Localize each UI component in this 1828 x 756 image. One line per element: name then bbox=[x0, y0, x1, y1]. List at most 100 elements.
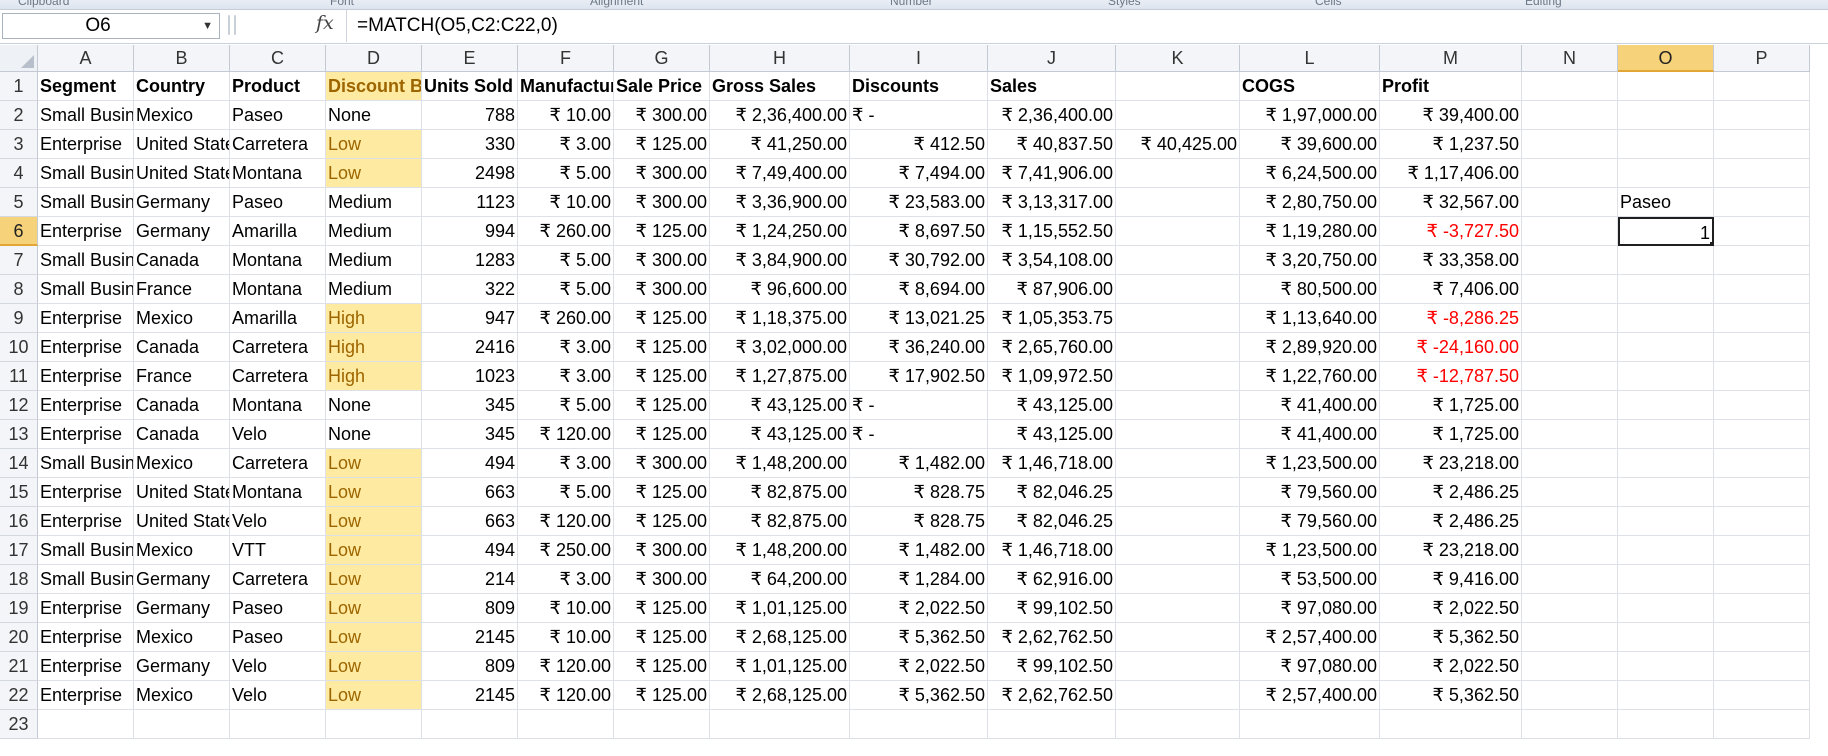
grid-cell[interactable] bbox=[850, 710, 988, 739]
grid-cell[interactable] bbox=[1714, 101, 1810, 130]
table-cell[interactable]: ₹ 10.00 bbox=[518, 594, 614, 623]
row-header-10[interactable]: 10 bbox=[0, 333, 38, 362]
grid-cell[interactable] bbox=[1522, 391, 1618, 420]
table-cell[interactable]: Velo bbox=[230, 507, 326, 536]
table-cell[interactable]: ₹ 2,022.50 bbox=[850, 594, 988, 623]
table-cell[interactable]: ₹ 3,13,317.00 bbox=[988, 188, 1116, 217]
table-cell[interactable]: ₹ 3.00 bbox=[518, 565, 614, 594]
row-header-21[interactable]: 21 bbox=[0, 652, 38, 681]
table-cell[interactable] bbox=[1116, 449, 1240, 478]
grid-cell[interactable] bbox=[326, 710, 422, 739]
grid-cell[interactable] bbox=[1522, 246, 1618, 275]
table-cell[interactable]: ₹ 125.00 bbox=[614, 652, 710, 681]
table-cell[interactable] bbox=[1116, 478, 1240, 507]
grid-cell[interactable] bbox=[1618, 710, 1714, 739]
grid-cell[interactable] bbox=[1618, 72, 1714, 101]
table-cell[interactable]: ₹ 2,022.50 bbox=[1380, 652, 1522, 681]
table-cell[interactable]: 494 bbox=[422, 536, 518, 565]
grid-cell[interactable] bbox=[1380, 710, 1522, 739]
row-header-18[interactable]: 18 bbox=[0, 565, 38, 594]
table-cell[interactable] bbox=[1116, 420, 1240, 449]
row-header-16[interactable]: 16 bbox=[0, 507, 38, 536]
grid-cell[interactable] bbox=[1714, 710, 1810, 739]
table-cell[interactable]: Canada bbox=[134, 391, 230, 420]
table-cell[interactable]: ₹ -8,286.25 bbox=[1380, 304, 1522, 333]
grid-cell[interactable] bbox=[1714, 594, 1810, 623]
table-cell[interactable]: Small Business bbox=[38, 536, 134, 565]
grid-cell[interactable] bbox=[1618, 391, 1714, 420]
table-cell[interactable]: Montana bbox=[230, 275, 326, 304]
table-cell[interactable]: 1123 bbox=[422, 188, 518, 217]
table-cell[interactable]: ₹ 125.00 bbox=[614, 681, 710, 710]
table-header-cell[interactable]: Discounts bbox=[850, 72, 988, 101]
table-cell[interactable]: Germany bbox=[134, 565, 230, 594]
table-cell[interactable]: 1023 bbox=[422, 362, 518, 391]
table-cell[interactable]: ₹ 10.00 bbox=[518, 188, 614, 217]
table-cell[interactable]: Low bbox=[326, 594, 422, 623]
table-cell[interactable]: Montana bbox=[230, 391, 326, 420]
row-header-22[interactable]: 22 bbox=[0, 681, 38, 710]
table-cell[interactable]: ₹ 1,46,718.00 bbox=[988, 536, 1116, 565]
table-cell[interactable]: Carretera bbox=[230, 130, 326, 159]
table-cell[interactable]: ₹ 300.00 bbox=[614, 159, 710, 188]
table-cell[interactable]: ₹ 2,36,400.00 bbox=[988, 101, 1116, 130]
table-cell[interactable]: Small Business bbox=[38, 565, 134, 594]
table-cell[interactable]: Low bbox=[326, 681, 422, 710]
table-cell[interactable]: ₹ 3,54,108.00 bbox=[988, 246, 1116, 275]
table-cell[interactable]: ₹ 125.00 bbox=[614, 478, 710, 507]
row-header-12[interactable]: 12 bbox=[0, 391, 38, 420]
table-cell[interactable] bbox=[1116, 362, 1240, 391]
table-cell[interactable]: ₹ 5.00 bbox=[518, 275, 614, 304]
table-cell[interactable]: ₹ 300.00 bbox=[614, 188, 710, 217]
table-cell[interactable]: High bbox=[326, 304, 422, 333]
table-cell[interactable]: ₹ 13,021.25 bbox=[850, 304, 988, 333]
table-cell[interactable]: ₹ 82,046.25 bbox=[988, 507, 1116, 536]
table-cell[interactable]: ₹ 39,600.00 bbox=[1240, 130, 1380, 159]
table-cell[interactable]: ₹ 1,482.00 bbox=[850, 536, 988, 565]
column-header-k[interactable]: K bbox=[1116, 45, 1240, 72]
table-cell[interactable]: ₹ 2,68,125.00 bbox=[710, 681, 850, 710]
table-cell[interactable]: Enterprise bbox=[38, 507, 134, 536]
column-header-a[interactable]: A bbox=[38, 45, 134, 72]
table-cell[interactable]: 663 bbox=[422, 507, 518, 536]
table-cell[interactable] bbox=[1116, 507, 1240, 536]
table-cell[interactable] bbox=[1116, 391, 1240, 420]
table-cell[interactable]: Enterprise bbox=[38, 333, 134, 362]
table-cell[interactable]: ₹ 99,102.50 bbox=[988, 652, 1116, 681]
table-cell[interactable]: ₹ 125.00 bbox=[614, 333, 710, 362]
table-cell[interactable]: ₹ 8,694.00 bbox=[850, 275, 988, 304]
column-header-o[interactable]: O bbox=[1618, 45, 1714, 72]
table-cell[interactable]: ₹ 1,01,125.00 bbox=[710, 594, 850, 623]
grid-cell[interactable] bbox=[134, 710, 230, 739]
table-cell[interactable]: Low bbox=[326, 130, 422, 159]
grid-cell[interactable] bbox=[38, 710, 134, 739]
grid-cell[interactable] bbox=[1522, 710, 1618, 739]
grid-cell[interactable] bbox=[1522, 275, 1618, 304]
table-cell[interactable] bbox=[1116, 333, 1240, 362]
table-cell[interactable]: ₹ 2,68,125.00 bbox=[710, 623, 850, 652]
table-cell[interactable]: ₹ 1,22,760.00 bbox=[1240, 362, 1380, 391]
grid-cell[interactable] bbox=[1714, 565, 1810, 594]
grid-cell[interactable] bbox=[1714, 304, 1810, 333]
table-cell[interactable]: ₹ 96,600.00 bbox=[710, 275, 850, 304]
grid-cell[interactable] bbox=[1522, 130, 1618, 159]
table-cell[interactable]: ₹ 2,57,400.00 bbox=[1240, 681, 1380, 710]
table-cell[interactable]: ₹ 7,406.00 bbox=[1380, 275, 1522, 304]
table-cell[interactable]: Enterprise bbox=[38, 623, 134, 652]
grid-cell[interactable] bbox=[1618, 623, 1714, 652]
column-header-f[interactable]: F bbox=[518, 45, 614, 72]
table-cell[interactable]: None bbox=[326, 391, 422, 420]
row-header-9[interactable]: 9 bbox=[0, 304, 38, 333]
table-cell[interactable]: Velo bbox=[230, 652, 326, 681]
grid-cell[interactable] bbox=[1618, 449, 1714, 478]
table-cell[interactable]: ₹ 82,875.00 bbox=[710, 507, 850, 536]
table-cell[interactable]: ₹ 1,725.00 bbox=[1380, 420, 1522, 449]
table-cell[interactable]: Enterprise bbox=[38, 304, 134, 333]
table-cell[interactable]: ₹ 79,560.00 bbox=[1240, 478, 1380, 507]
table-cell[interactable]: ₹ 99,102.50 bbox=[988, 594, 1116, 623]
table-cell[interactable]: ₹ 8,697.50 bbox=[850, 217, 988, 246]
grid-cell[interactable] bbox=[1618, 333, 1714, 362]
table-cell[interactable]: ₹ 82,046.25 bbox=[988, 478, 1116, 507]
table-cell[interactable]: ₹ 125.00 bbox=[614, 217, 710, 246]
grid-cell[interactable] bbox=[1714, 507, 1810, 536]
